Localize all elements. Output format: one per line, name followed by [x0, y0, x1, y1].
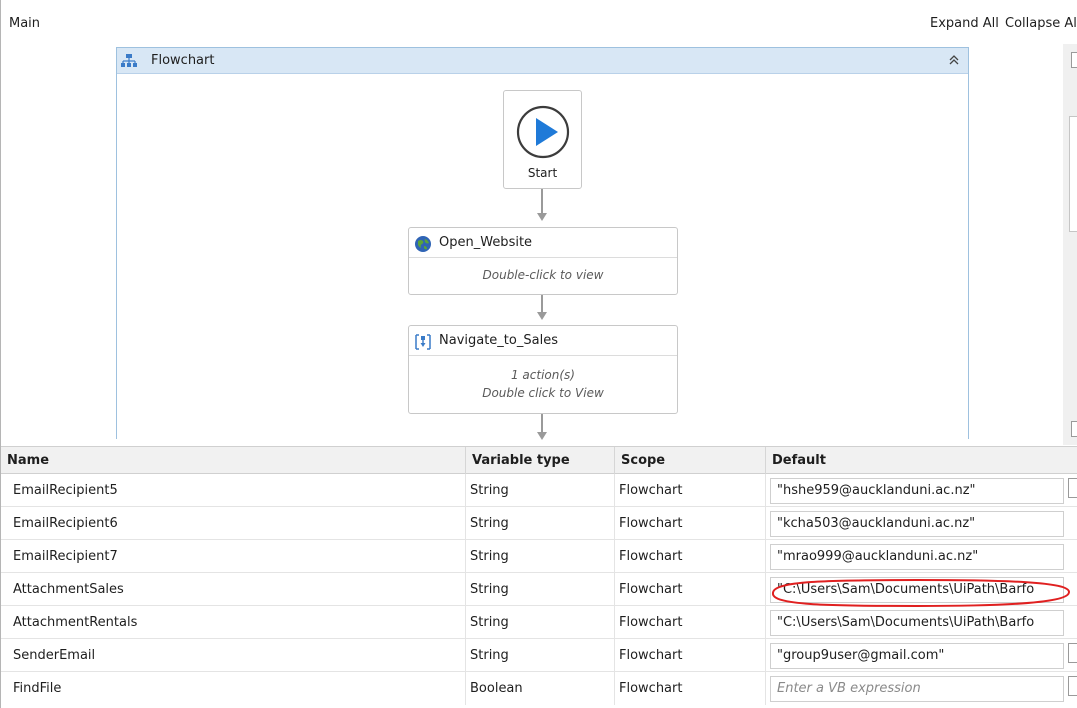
- activity-hint-actions: 1 action(s): [510, 368, 575, 382]
- variable-name[interactable]: AttachmentRentals: [1, 606, 466, 639]
- row-expand-handle[interactable]: [1068, 676, 1077, 696]
- variable-row[interactable]: EmailRecipient7 String Flowchart "mrao99…: [1, 540, 1077, 573]
- variable-row[interactable]: SenderEmail String Flowchart "group9user…: [1, 639, 1077, 672]
- variable-default-cell: "C:\Users\Sam\Documents\UiPath\Barfo: [766, 606, 1068, 639]
- connector-line: [541, 295, 543, 313]
- variable-default-cell: "kcha503@aucklanduni.ac.nz": [766, 507, 1068, 540]
- canvas-side-panel: [1063, 44, 1077, 445]
- column-scope[interactable]: Scope: [615, 447, 766, 474]
- start-node[interactable]: Start: [503, 90, 582, 189]
- variable-type[interactable]: Boolean: [466, 672, 615, 705]
- row-expand-handle[interactable]: [1068, 478, 1077, 498]
- play-circle-icon: [516, 105, 570, 159]
- activity-hint: Double-click to view: [482, 268, 604, 282]
- connector-arrow: [537, 312, 547, 320]
- variable-name[interactable]: EmailRecipient6: [1, 507, 466, 540]
- variable-scope[interactable]: Flowchart: [615, 507, 766, 540]
- variable-scope[interactable]: Flowchart: [615, 474, 766, 507]
- default-value-field[interactable]: "group9user@gmail.com": [770, 643, 1064, 669]
- default-value-field[interactable]: Enter a VB expression: [770, 676, 1064, 702]
- variable-name[interactable]: EmailRecipient5: [1, 474, 466, 507]
- flowchart-title: Flowchart: [151, 53, 215, 68]
- connector-arrow: [537, 432, 547, 440]
- double-chevron-up-icon[interactable]: [946, 52, 962, 68]
- variable-scope[interactable]: Flowchart: [615, 606, 766, 639]
- variable-name[interactable]: AttachmentSales: [1, 573, 466, 606]
- activity-open-website[interactable]: Open_Website Double-click to view: [408, 227, 678, 295]
- default-value-field[interactable]: "hshe959@aucklanduni.ac.nz": [770, 478, 1064, 504]
- activity-navigate-to-sales[interactable]: Navigate_to_Sales 1 action(s) Double cli…: [408, 325, 678, 414]
- default-value-field[interactable]: "mrao999@aucklanduni.ac.nz": [770, 544, 1064, 570]
- variable-scope[interactable]: Flowchart: [615, 573, 766, 606]
- variable-type[interactable]: String: [466, 474, 615, 507]
- activity-hint: Double click to View: [482, 386, 604, 400]
- variable-type[interactable]: String: [466, 573, 615, 606]
- column-default[interactable]: Default: [766, 447, 1077, 474]
- variable-type[interactable]: String: [466, 639, 615, 672]
- variable-row[interactable]: FindFile Boolean Flowchart Enter a VB ex…: [1, 672, 1077, 705]
- variable-type[interactable]: String: [466, 540, 615, 573]
- variable-type[interactable]: String: [466, 507, 615, 540]
- panel-tab-top[interactable]: [1071, 52, 1077, 68]
- column-variable-type[interactable]: Variable type: [466, 447, 615, 474]
- connector-arrow: [537, 213, 547, 221]
- variable-type[interactable]: String: [466, 606, 615, 639]
- default-value-field[interactable]: "C:\Users\Sam\Documents\UiPath\Barfo: [770, 577, 1064, 603]
- start-label: Start: [527, 166, 558, 180]
- connector-line: [541, 414, 543, 432]
- variable-default-cell: "hshe959@aucklanduni.ac.nz": [766, 474, 1068, 507]
- variable-default-cell: Enter a VB expression: [766, 672, 1068, 705]
- column-name[interactable]: Name: [1, 447, 466, 474]
- variable-default-cell: "C:\Users\Sam\Documents\UiPath\Barfo: [766, 573, 1068, 606]
- variable-scope[interactable]: Flowchart: [615, 672, 766, 705]
- flowchart-icon: [121, 54, 137, 67]
- breadcrumb-main[interactable]: Main: [9, 16, 40, 31]
- variable-name[interactable]: EmailRecipient7: [1, 540, 466, 573]
- globe-icon: [415, 236, 431, 252]
- variable-row[interactable]: AttachmentRentals String Flowchart "C:\U…: [1, 606, 1077, 639]
- activity-title: Open_Website: [439, 235, 533, 250]
- variable-default-cell: "group9user@gmail.com": [766, 639, 1068, 672]
- variable-name[interactable]: FindFile: [1, 672, 466, 705]
- activity-title: Navigate_to_Sales: [439, 333, 558, 348]
- connector-line: [541, 189, 543, 214]
- variables-grid: Name Variable type Scope Default EmailRe…: [1, 446, 1077, 708]
- variable-row[interactable]: AttachmentSales String Flowchart "C:\Use…: [1, 573, 1077, 606]
- default-value-field[interactable]: "kcha503@aucklanduni.ac.nz": [770, 511, 1064, 537]
- expand-all-link[interactable]: Expand All: [930, 16, 999, 31]
- sequence-icon: [415, 334, 431, 350]
- variable-name[interactable]: SenderEmail: [1, 639, 466, 672]
- row-expand-handle[interactable]: [1068, 643, 1077, 663]
- variable-row[interactable]: EmailRecipient5 String Flowchart "hshe95…: [1, 474, 1077, 507]
- panel-tab-middle[interactable]: [1069, 116, 1077, 232]
- default-value-field[interactable]: "C:\Users\Sam\Documents\UiPath\Barfo: [770, 610, 1064, 636]
- activity-header: Open_Website: [409, 228, 677, 258]
- variable-default-cell: "mrao999@aucklanduni.ac.nz": [766, 540, 1068, 573]
- activity-header: Navigate_to_Sales: [409, 326, 677, 356]
- variable-scope[interactable]: Flowchart: [615, 540, 766, 573]
- flowchart-header[interactable]: Flowchart: [117, 48, 968, 74]
- designer-header: Main Expand All Collapse All: [1, 12, 1077, 36]
- variable-scope[interactable]: Flowchart: [615, 639, 766, 672]
- panel-tab-bottom[interactable]: [1071, 421, 1077, 437]
- collapse-all-link[interactable]: Collapse All: [1005, 16, 1077, 31]
- flowchart-container[interactable]: Flowchart Start Open_Website Double-clic…: [116, 47, 969, 440]
- variables-header: Name Variable type Scope Default: [1, 446, 1077, 474]
- variable-row[interactable]: EmailRecipient6 String Flowchart "kcha50…: [1, 507, 1077, 540]
